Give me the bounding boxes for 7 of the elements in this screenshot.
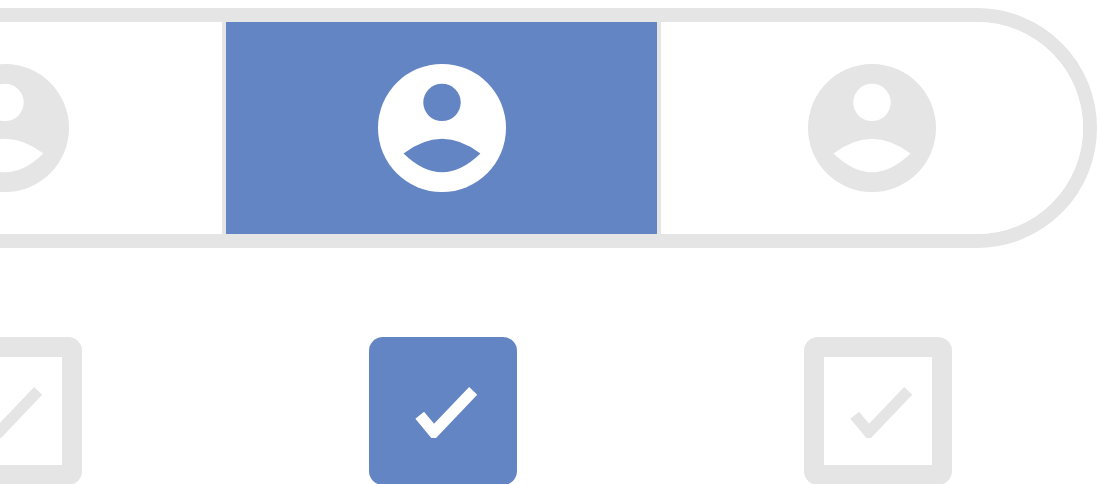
check-icon (850, 384, 912, 438)
user-icon (376, 63, 507, 193)
checkbox[interactable] (804, 337, 952, 484)
segment-tab[interactable] (222, 22, 657, 234)
check-icon (415, 384, 477, 438)
checkbox[interactable] (369, 337, 517, 484)
user-icon (807, 63, 937, 193)
